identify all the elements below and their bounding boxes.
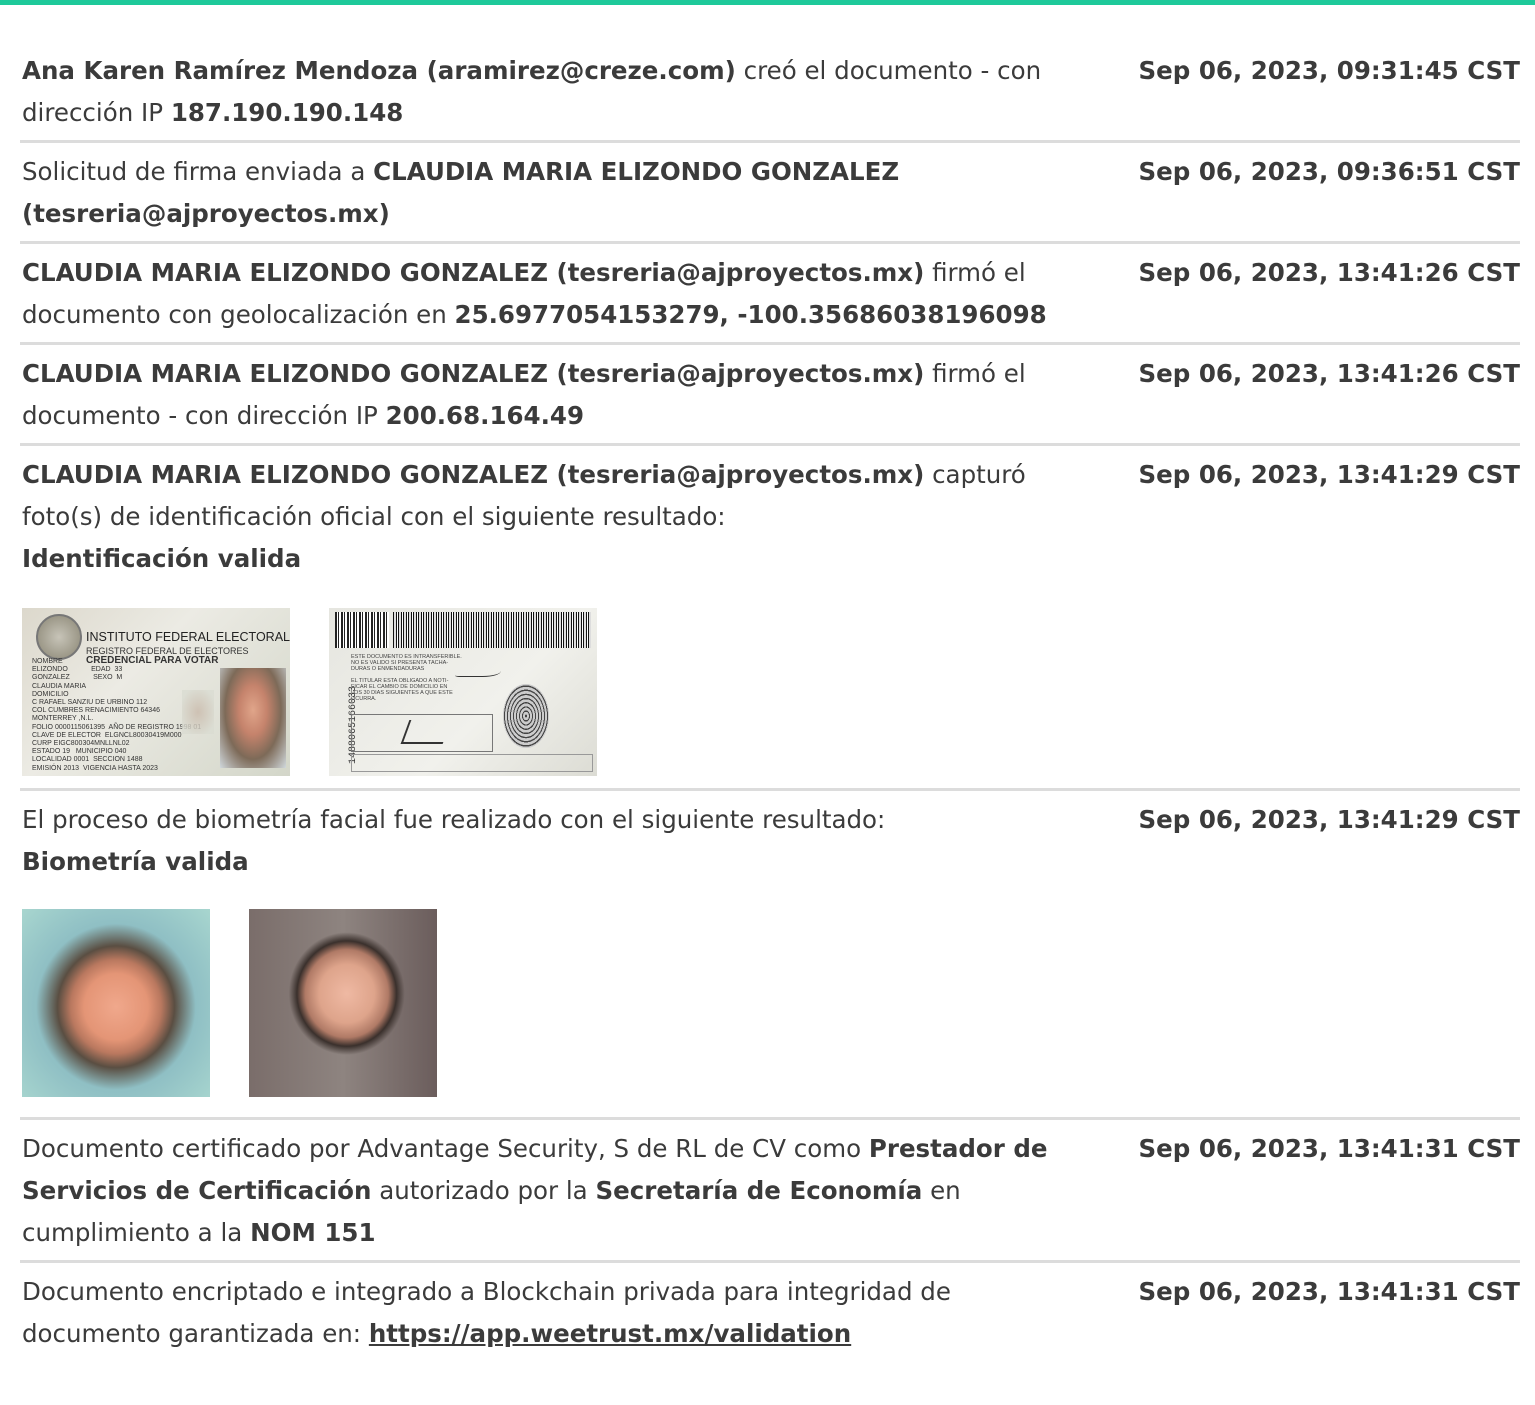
id-card-portrait [220,668,286,768]
log-description: El proceso de biometría facial fue reali… [22,799,1072,1111]
log-bold-text: 187.190.190.148 [170,98,404,127]
log-text: autorizado por la [371,1176,596,1205]
id-face-photo [22,909,210,1097]
id-card-details: NOMBRE ELIZONDO EDAD 33 GONZALEZ SEXO M … [32,658,201,772]
log-bold-text: Ana Karen Ramírez Mendoza (aramirez@crez… [22,56,736,85]
log-row: CLAUDIA MARIA ELIZONDO GONZALEZ (tesreri… [20,345,1520,446]
log-bold-text: 200.68.164.49 [385,401,585,430]
log-description: CLAUDIA MARIA ELIZONDO GONZALEZ (tesreri… [22,454,1072,782]
log-bold-text: CLAUDIA MARIA ELIZONDO GONZALEZ (tesreri… [22,460,925,489]
log-text: El proceso de biometría facial fue reali… [22,805,886,834]
log-bold-text: Secretaría de Economía [595,1176,923,1205]
log-timestamp: Sep 06, 2023, 09:31:45 CST [1138,56,1521,85]
barcode-icon [335,612,389,648]
log-bold-text: NOM 151 [250,1218,376,1247]
log-description: CLAUDIA MARIA ELIZONDO GONZALEZ (tesreri… [22,353,1072,437]
id-card-serial: 1488065166033 [348,685,359,764]
top-accent-bar [0,0,1535,5]
log-bold-text: CLAUDIA MARIA ELIZONDO GONZALEZ (tesreri… [22,258,925,287]
log-row: Solicitud de firma enviada a CLAUDIA MAR… [20,143,1520,244]
log-bold-text: CLAUDIA MARIA ELIZONDO GONZALEZ (tesreri… [22,359,925,388]
ghost-photo [182,690,214,734]
log-bold-text: Biometría valida [22,847,249,876]
log-bold-text: Identificación valida [22,544,302,573]
pdf417-barcode-icon [393,612,591,648]
log-timestamp: Sep 06, 2023, 13:41:31 CST [1138,1134,1521,1163]
fingerprint-icon [503,684,549,748]
face-photos [22,909,1072,1097]
log-description: Documento encriptado e integrado a Block… [22,1271,1072,1355]
log-text: Solicitud de firma enviada a [22,157,374,186]
log-text: Documento certificado por Advantage Secu… [22,1134,869,1163]
log-description: Ana Karen Ramírez Mendoza (aramirez@crez… [22,50,1072,134]
log-row: El proceso de biometría facial fue reali… [20,791,1520,1120]
log-description: Solicitud de firma enviada a CLAUDIA MAR… [22,151,1072,235]
log-description: CLAUDIA MARIA ELIZONDO GONZALEZ (tesreri… [22,252,1072,336]
signature-icon [455,662,501,677]
log-timestamp: Sep 06, 2023, 13:41:29 CST [1138,805,1521,834]
log-row: CLAUDIA MARIA ELIZONDO GONZALEZ (tesreri… [20,446,1520,791]
log-row: Documento certificado por Advantage Secu… [20,1120,1520,1263]
log-timestamp: Sep 06, 2023, 13:41:26 CST [1138,359,1521,388]
id-photos: INSTITUTO FEDERAL ELECTORAL REGISTRO FED… [22,608,1072,776]
mexico-seal-icon [36,614,82,660]
log-row: CLAUDIA MARIA ELIZONDO GONZALEZ (tesreri… [20,244,1520,345]
holder-signature-icon [400,720,452,744]
log-description: Documento certificado por Advantage Secu… [22,1128,1072,1254]
selfie-photo [249,909,437,1097]
id-card-back-text: ESTE DOCUMENTO ES INTRANSFERIBLE. NO ES … [351,654,462,702]
log-timestamp: Sep 06, 2023, 13:41:31 CST [1138,1277,1521,1306]
log-timestamp: Sep 06, 2023, 13:41:29 CST [1138,460,1521,489]
event-log: Ana Karen Ramírez Mendoza (aramirez@crez… [20,42,1520,1361]
log-row: Documento encriptado e integrado a Block… [20,1263,1520,1361]
log-row: Ana Karen Ramírez Mendoza (aramirez@crez… [20,42,1520,143]
id-card-back-photo: 1488065166033 ESTE DOCUMENTO ES INTRANSF… [329,608,597,776]
id-card-front-photo: INSTITUTO FEDERAL ELECTORAL REGISTRO FED… [22,608,290,776]
validation-link[interactable]: https://app.weetrust.mx/validation [369,1319,851,1348]
log-bold-text: 25.6977054153279, -100.35686038196098 [454,300,1047,329]
election-boxes [351,754,593,772]
log-timestamp: Sep 06, 2023, 09:36:51 CST [1138,157,1521,186]
log-timestamp: Sep 06, 2023, 13:41:26 CST [1138,258,1521,287]
